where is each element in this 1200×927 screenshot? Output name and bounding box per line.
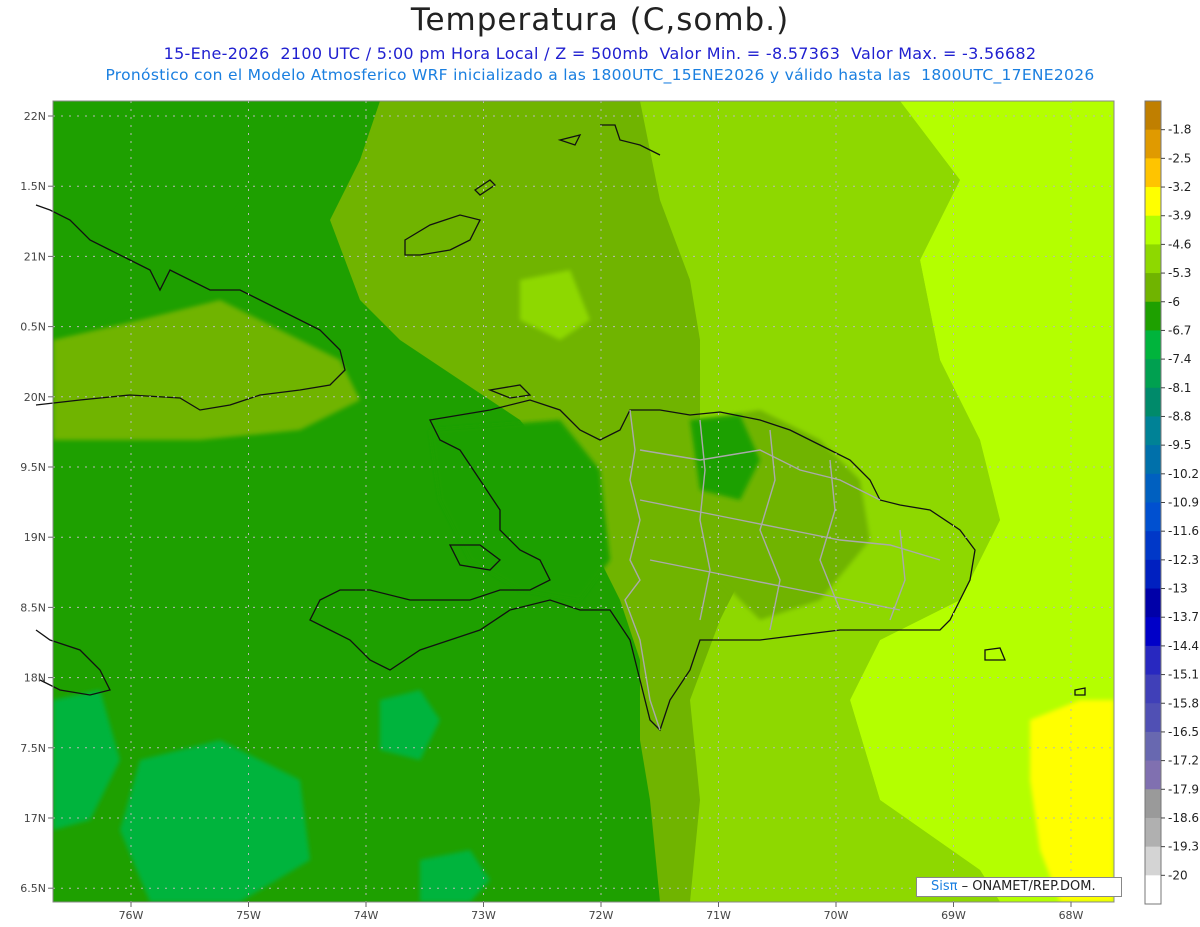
colorbar-swatch (1145, 473, 1161, 503)
colorbar-label: -17.9 (1168, 782, 1199, 796)
colorbar-label: -13 (1168, 582, 1188, 596)
colorbar-label: -7.4 (1168, 352, 1191, 366)
colorbar-swatch (1145, 645, 1161, 676)
colorbar-swatch (1145, 502, 1161, 532)
colorbar-label: -3.9 (1168, 209, 1191, 223)
lon-label: 73W (471, 909, 496, 922)
lon-label: 71W (706, 909, 731, 922)
colorbar-swatch (1145, 875, 1161, 905)
lon-label: 72W (589, 909, 614, 922)
colorbar-label: -18.6 (1168, 811, 1199, 825)
lat-label: 19N (24, 531, 46, 544)
colorbar-label: -19.3 (1168, 840, 1199, 854)
colorbar-swatch (1145, 674, 1161, 704)
colorbar-swatch (1145, 617, 1161, 647)
colorbar-label: -5.3 (1168, 266, 1191, 280)
colorbar-swatch (1145, 789, 1161, 819)
lat-label: 21N (24, 250, 46, 263)
lon-label: 76W (119, 909, 144, 922)
colorbar-swatch (1145, 387, 1161, 417)
map-figure: 22N 1.5N 21N 0.5N 20N 9.5N 19N 8.5N 18N 7.5N 17N 6.… (20, 100, 1199, 922)
colorbar-label: -17.2 (1168, 754, 1199, 768)
colorbar-label: -10.9 (1168, 496, 1199, 510)
credit-text: – ONAMET/REP.DOM. (961, 879, 1096, 894)
colorbar-label: -2.5 (1168, 151, 1191, 165)
lon-label: 74W (354, 909, 379, 922)
colorbar-swatch (1145, 531, 1161, 561)
credit-box: Sisπ – ONAMET/REP.DOM. (916, 877, 1122, 897)
colorbar-swatch (1145, 731, 1161, 762)
colorbar-swatch (1145, 416, 1161, 446)
lon-label: 70W (824, 909, 849, 922)
colorbar-label: -6.7 (1168, 323, 1191, 337)
colorbar-swatch (1145, 101, 1161, 131)
colorbar-swatch (1145, 330, 1161, 360)
lon-label: 69W (941, 909, 966, 922)
colorbar-label: -16.5 (1168, 725, 1199, 739)
lat-label: 7.5N (20, 742, 46, 755)
lat-label: 20N (24, 391, 46, 404)
colorbar-swatch (1145, 359, 1161, 389)
colorbar-swatch (1145, 158, 1161, 188)
lat-label: 17N (24, 812, 46, 825)
lat-label: 22N (24, 110, 46, 123)
colorbar-label: -8.1 (1168, 381, 1191, 395)
lat-label: 9.5N (20, 461, 46, 474)
lat-label: 0.5N (20, 321, 46, 334)
lat-label: 18N (24, 672, 46, 685)
colorbar-label: -4.6 (1168, 237, 1191, 251)
colorbar-swatch (1145, 187, 1161, 217)
colorbar-swatch (1145, 129, 1161, 159)
lon-label: 68W (1059, 909, 1084, 922)
colorbar-label: -11.6 (1168, 524, 1199, 538)
lat-label: 6.5N (20, 882, 46, 895)
lon-label: 75W (236, 909, 261, 922)
lat-label: 8.5N (20, 601, 46, 614)
colorbar-swatch (1145, 703, 1161, 733)
colorbar-label: -14.4 (1168, 639, 1199, 653)
colorbar: -1.8 -2.5 -3.2 -3.9 -4.6 -5.3 -6 -6.7 -7.4 -8.1 -8… (1144, 100, 1199, 905)
colorbar-swatch (1145, 760, 1161, 790)
colorbar-swatch (1145, 301, 1161, 331)
colorbar-label: -9.5 (1168, 438, 1191, 452)
colorbar-label: -10.2 (1168, 467, 1199, 481)
colorbar-swatch (1145, 817, 1161, 848)
colorbar-swatch (1145, 215, 1161, 245)
colorbar-label: -6 (1168, 295, 1180, 309)
colorbar-label: -3.2 (1168, 180, 1191, 194)
temperature-field (53, 101, 1114, 902)
colorbar-label: -12.3 (1168, 553, 1199, 567)
colorbar-swatch (1145, 588, 1161, 618)
colorbar-swatch (1145, 445, 1161, 475)
colorbar-swatch (1145, 273, 1161, 303)
lat-label: 1.5N (20, 180, 46, 193)
colorbar-label: -1.8 (1168, 123, 1191, 137)
colorbar-swatch (1145, 244, 1161, 274)
colorbar-label: -13.7 (1168, 610, 1199, 624)
colorbar-swatch (1145, 559, 1161, 590)
sispi-logo: Sisπ (931, 879, 958, 894)
colorbar-label: -20 (1168, 868, 1188, 882)
colorbar-swatch (1145, 846, 1161, 876)
colorbar-label: -8.8 (1168, 409, 1191, 423)
colorbar-label: -15.1 (1168, 668, 1199, 682)
colorbar-label: -15.8 (1168, 696, 1199, 710)
